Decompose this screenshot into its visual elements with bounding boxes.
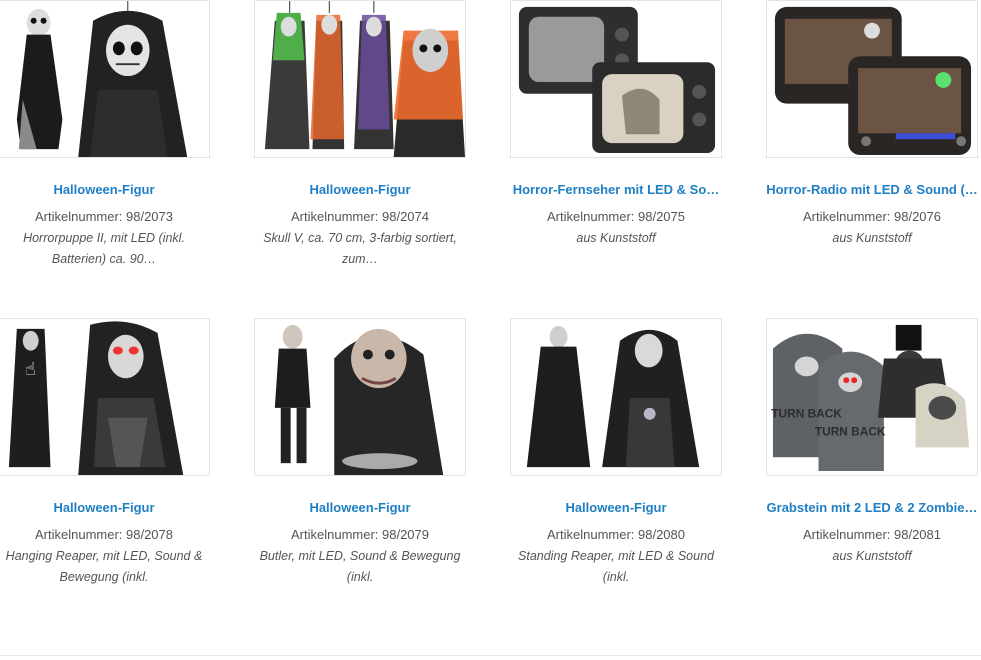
product-image[interactable] bbox=[766, 0, 978, 158]
hand-cursor-icon: ☝ bbox=[25, 359, 36, 379]
description-line: Hanging Reaper, mit LED, Sound & bbox=[5, 549, 203, 563]
product-image[interactable] bbox=[254, 0, 466, 158]
tombstone-engraving: TURN BACK bbox=[815, 425, 886, 439]
description-line: Standing Reaper, mit LED & Sound bbox=[518, 549, 714, 563]
horror-tv-image bbox=[518, 6, 716, 154]
description-line: Butler, mit LED, Sound & Bewegung bbox=[259, 549, 461, 563]
product-description: Standing Reaper, mit LED & Sound (inkl. bbox=[510, 546, 722, 588]
product-image[interactable] bbox=[254, 318, 466, 476]
description-line: Horrorpuppe II, mit LED (inkl. bbox=[23, 231, 185, 245]
product-sku: Artikelnummer: 98/2075 bbox=[546, 209, 685, 224]
hanging-reaper-image bbox=[8, 321, 184, 475]
section-divider bbox=[0, 655, 981, 656]
product-title-link[interactable]: Horror-Fernseher mit LED & So… bbox=[510, 182, 722, 197]
description-line: aus Kunststoff bbox=[832, 231, 912, 245]
product-sku: Artikelnummer: 98/2081 bbox=[802, 527, 941, 542]
product-title-link[interactable]: Halloween-Figur bbox=[0, 182, 210, 197]
product-title-link[interactable]: Halloween-Figur bbox=[254, 500, 466, 515]
product-image[interactable] bbox=[0, 0, 210, 158]
product-title-link[interactable]: Halloween-Figur bbox=[254, 182, 466, 197]
product-sku: Artikelnummer: 98/2079 bbox=[290, 527, 429, 542]
product-title-link[interactable]: Halloween-Figur bbox=[510, 500, 722, 515]
product-image[interactable] bbox=[510, 0, 722, 158]
product-title-link[interactable]: Halloween-Figur bbox=[0, 500, 210, 515]
product-image[interactable]: TURN BACK TURN BACK bbox=[766, 318, 978, 476]
description-line: (inkl. bbox=[602, 570, 630, 584]
product-sku: Artikelnummer: 98/2074 bbox=[290, 209, 429, 224]
hooded-doll-figure-image bbox=[16, 1, 188, 157]
product-description: Butler, mit LED, Sound & Bewegung (inkl. bbox=[254, 546, 466, 588]
description-line: aus Kunststoff bbox=[576, 231, 656, 245]
product-sku: Artikelnummer: 98/2080 bbox=[546, 527, 685, 542]
description-line: Bewegung (inkl. bbox=[59, 570, 149, 584]
product-description: Hanging Reaper, mit LED, Sound & Bewegun… bbox=[0, 546, 210, 588]
product-description: aus Kunststoff bbox=[510, 228, 722, 249]
description-line: zum… bbox=[341, 252, 379, 266]
product-image[interactable]: ☝ bbox=[0, 318, 210, 476]
product-description: Horrorpuppe II, mit LED (inkl. Batterien… bbox=[0, 228, 210, 270]
butler-figure-image bbox=[274, 324, 444, 475]
horror-radio-image bbox=[774, 6, 972, 156]
product-image[interactable] bbox=[510, 318, 722, 476]
description-line: aus Kunststoff bbox=[832, 549, 912, 563]
product-title-link[interactable]: Grabstein mit 2 LED & 2 Zombie… bbox=[766, 500, 978, 515]
three-colored-skull-figures-image bbox=[264, 1, 465, 157]
product-sku: Artikelnummer: 98/2078 bbox=[34, 527, 173, 542]
description-line: Skull V, ca. 70 cm, 3-farbig sortiert, bbox=[263, 231, 457, 245]
product-sku: Artikelnummer: 98/2073 bbox=[34, 209, 173, 224]
product-description: Skull V, ca. 70 cm, 3-farbig sortiert, z… bbox=[254, 228, 466, 270]
tombstone-engraving: TURN BACK bbox=[771, 407, 842, 421]
description-line: (inkl. bbox=[346, 570, 374, 584]
product-description: aus Kunststoff bbox=[766, 228, 978, 249]
tombstones-zombies-image: TURN BACK TURN BACK bbox=[771, 324, 970, 472]
product-title-link[interactable]: Horror-Radio mit LED & Sound (… bbox=[766, 182, 978, 197]
product-description: aus Kunststoff bbox=[766, 546, 978, 567]
description-line: Batterien) ca. 90… bbox=[51, 252, 157, 266]
standing-reaper-image bbox=[526, 325, 700, 468]
product-sku: Artikelnummer: 98/2076 bbox=[802, 209, 941, 224]
